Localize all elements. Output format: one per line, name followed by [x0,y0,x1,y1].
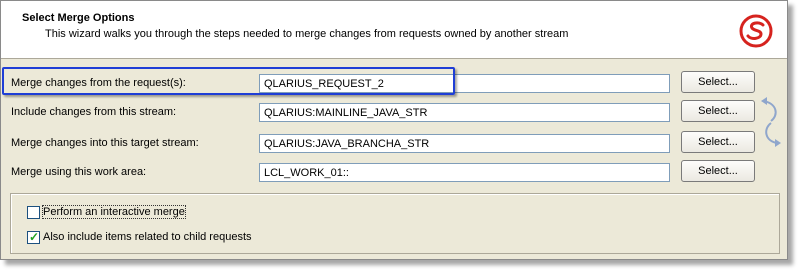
merge-wizard-window: Select Merge Options This wizard walks y… [0,0,788,260]
work-area-label: Merge using this work area: [11,166,147,178]
target-stream-field[interactable]: QLARIUS:JAVA_BRANCHA_STR [259,134,670,153]
interactive-merge-label[interactable]: Perform an interactive merge [42,205,186,219]
select-work-area-button[interactable]: Select... [681,160,755,182]
source-stream-label: Include changes from this stream: [11,106,177,118]
page-title: Select Merge Options [22,12,135,24]
merge-options-group [10,193,780,254]
page-description: This wizard walks you through the steps … [45,28,569,40]
include-child-requests-checkbox[interactable]: ✓ [27,230,40,244]
source-stream-field[interactable]: QLARIUS:MAINLINE_JAVA_STR [259,103,670,122]
select-target-stream-button[interactable]: Select... [681,131,755,153]
select-request-button[interactable]: Select... [681,71,755,93]
target-stream-label: Merge changes into this target stream: [11,137,199,149]
interactive-merge-checkbox[interactable] [27,206,40,219]
work-area-field[interactable]: LCL_WORK_01:: [259,163,670,182]
select-source-stream-button[interactable]: Select... [681,100,755,122]
highlight-box [2,67,455,95]
checkmark-icon: ✓ [29,230,40,244]
serena-logo-icon [739,14,773,48]
include-child-requests-label[interactable]: Also include items related to child requ… [43,231,252,243]
swap-arrows-icon[interactable] [759,97,783,147]
wizard-header: Select Merge Options This wizard walks y… [1,1,787,59]
